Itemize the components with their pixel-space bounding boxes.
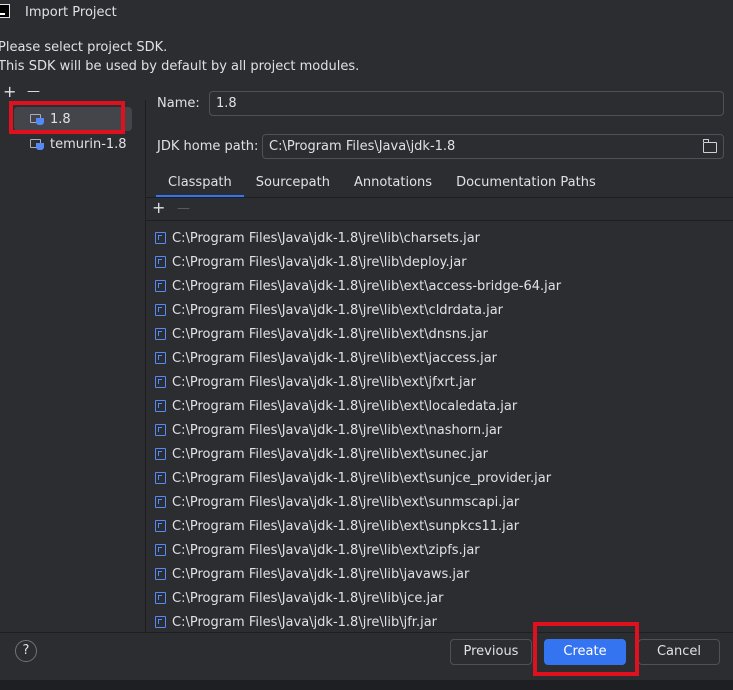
classpath-row[interactable]: C:\Program Files\Java\jdk-1.8\jre\lib\ex… xyxy=(146,274,733,298)
help-button[interactable]: ? xyxy=(15,640,37,662)
classpath-row[interactable]: C:\Program Files\Java\jdk-1.8\jre\lib\ex… xyxy=(146,514,733,538)
jar-file-icon xyxy=(155,352,166,364)
classpath-row[interactable]: C:\Program Files\Java\jdk-1.8\jre\lib\jf… xyxy=(146,610,733,632)
jar-file-icon xyxy=(155,376,166,388)
classpath-path: C:\Program Files\Java\jdk-1.8\jre\lib\ex… xyxy=(172,326,488,342)
classpath-row[interactable]: C:\Program Files\Java\jdk-1.8\jre\lib\ex… xyxy=(146,466,733,490)
classpath-path: C:\Program Files\Java\jdk-1.8\jre\lib\ja… xyxy=(172,566,470,582)
jar-file-icon xyxy=(155,304,166,316)
jar-file-icon xyxy=(155,496,166,508)
sdk-tabs: Classpath Sourcepath Annotations Documen… xyxy=(156,171,608,198)
highlight-box-create xyxy=(533,622,639,676)
classpath-path: C:\Program Files\Java\jdk-1.8\jre\lib\ex… xyxy=(172,446,488,462)
classpath-path: C:\Program Files\Java\jdk-1.8\jre\lib\ex… xyxy=(172,518,520,534)
jar-file-icon xyxy=(155,256,166,268)
classpath-path: C:\Program Files\Java\jdk-1.8\jre\lib\ex… xyxy=(172,422,503,438)
jar-file-icon xyxy=(155,592,166,604)
classpath-toolbar: + — xyxy=(146,198,733,220)
tab-sourcepath[interactable]: Sourcepath xyxy=(244,171,342,197)
tab-classpath[interactable]: Classpath xyxy=(156,171,244,198)
classpath-path: C:\Program Files\Java\jdk-1.8\jre\lib\ex… xyxy=(172,278,562,294)
jar-file-icon xyxy=(155,616,166,628)
jdk-home-input[interactable] xyxy=(262,134,724,159)
jar-file-icon xyxy=(155,448,166,460)
classpath-path: C:\Program Files\Java\jdk-1.8\jre\lib\jf… xyxy=(172,614,438,630)
classpath-path: C:\Program Files\Java\jdk-1.8\jre\lib\ex… xyxy=(172,374,476,390)
highlight-box-sdk xyxy=(9,101,125,134)
classpath-row[interactable]: C:\Program Files\Java\jdk-1.8\jre\lib\ex… xyxy=(146,322,733,346)
classpath-row[interactable]: C:\Program Files\Java\jdk-1.8\jre\lib\de… xyxy=(146,250,733,274)
classpath-path: C:\Program Files\Java\jdk-1.8\jre\lib\de… xyxy=(172,254,467,270)
classpath-row[interactable]: C:\Program Files\Java\jdk-1.8\jre\lib\ex… xyxy=(146,490,733,514)
sdk-list: 1.8 temurin-1.8 xyxy=(0,100,146,632)
remove-path-button[interactable]: — xyxy=(177,201,190,217)
classpath-path: C:\Program Files\Java\jdk-1.8\jre\lib\ex… xyxy=(172,542,480,558)
browse-folder-icon[interactable] xyxy=(703,139,717,153)
sdk-item-label: temurin-1.8 xyxy=(50,136,127,152)
list-divider xyxy=(146,220,733,221)
intellij-app-icon xyxy=(0,4,10,18)
cancel-button[interactable]: Cancel xyxy=(638,639,720,665)
jar-file-icon xyxy=(155,424,166,436)
sdk-item-temurin-1-8[interactable]: temurin-1.8 xyxy=(14,132,132,156)
previous-button[interactable]: Previous xyxy=(450,639,532,665)
jdk-folder-icon xyxy=(30,138,44,150)
classpath-row[interactable]: C:\Program Files\Java\jdk-1.8\jre\lib\ex… xyxy=(146,418,733,442)
tab-documentation-paths[interactable]: Documentation Paths xyxy=(444,171,608,197)
classpath-path: C:\Program Files\Java\jdk-1.8\jre\lib\jc… xyxy=(172,590,444,606)
classpath-row[interactable]: C:\Program Files\Java\jdk-1.8\jre\lib\ja… xyxy=(146,562,733,586)
classpath-path: C:\Program Files\Java\jdk-1.8\jre\lib\ex… xyxy=(172,470,552,486)
jdk-home-label: JDK home path: xyxy=(157,139,259,154)
classpath-row[interactable]: C:\Program Files\Java\jdk-1.8\jre\lib\ex… xyxy=(146,298,733,322)
name-input[interactable] xyxy=(209,91,724,116)
classpath-path: C:\Program Files\Java\jdk-1.8\jre\lib\ex… xyxy=(172,350,498,366)
jar-file-icon xyxy=(155,328,166,340)
classpath-row[interactable]: C:\Program Files\Java\jdk-1.8\jre\lib\jc… xyxy=(146,586,733,610)
jar-file-icon xyxy=(155,280,166,292)
description-line-1: Please select project SDK. xyxy=(0,40,168,55)
jar-file-icon xyxy=(155,520,166,532)
jar-file-icon xyxy=(155,568,166,580)
jar-file-icon xyxy=(155,544,166,556)
classpath-path: C:\Program Files\Java\jdk-1.8\jre\lib\ex… xyxy=(172,494,520,510)
jar-file-icon xyxy=(155,400,166,412)
bottom-strip xyxy=(0,680,733,690)
title-bar: Import Project xyxy=(0,0,733,26)
classpath-path: C:\Program Files\Java\jdk-1.8\jre\lib\ch… xyxy=(172,230,481,246)
add-sdk-button[interactable]: + xyxy=(3,84,16,100)
classpath-row[interactable]: C:\Program Files\Java\jdk-1.8\jre\lib\ex… xyxy=(146,370,733,394)
classpath-path: C:\Program Files\Java\jdk-1.8\jre\lib\ex… xyxy=(172,398,518,414)
classpath-row[interactable]: C:\Program Files\Java\jdk-1.8\jre\lib\ch… xyxy=(146,226,733,250)
name-label: Name: xyxy=(157,96,200,111)
add-path-button[interactable]: + xyxy=(152,200,165,216)
classpath-row[interactable]: C:\Program Files\Java\jdk-1.8\jre\lib\ex… xyxy=(146,346,733,370)
classpath-list: C:\Program Files\Java\jdk-1.8\jre\lib\ch… xyxy=(146,226,733,632)
classpath-path: C:\Program Files\Java\jdk-1.8\jre\lib\ex… xyxy=(172,302,504,318)
classpath-row[interactable]: C:\Program Files\Java\jdk-1.8\jre\lib\ex… xyxy=(146,442,733,466)
tab-annotations[interactable]: Annotations xyxy=(342,171,444,197)
classpath-row[interactable]: C:\Program Files\Java\jdk-1.8\jre\lib\ex… xyxy=(146,538,733,562)
classpath-row[interactable]: C:\Program Files\Java\jdk-1.8\jre\lib\ex… xyxy=(146,394,733,418)
description-line-2: This SDK will be used by default by all … xyxy=(0,59,360,74)
window-title: Import Project xyxy=(25,5,117,20)
jar-file-icon xyxy=(155,232,166,244)
jar-file-icon xyxy=(155,472,166,484)
remove-sdk-button[interactable]: — xyxy=(27,84,40,100)
